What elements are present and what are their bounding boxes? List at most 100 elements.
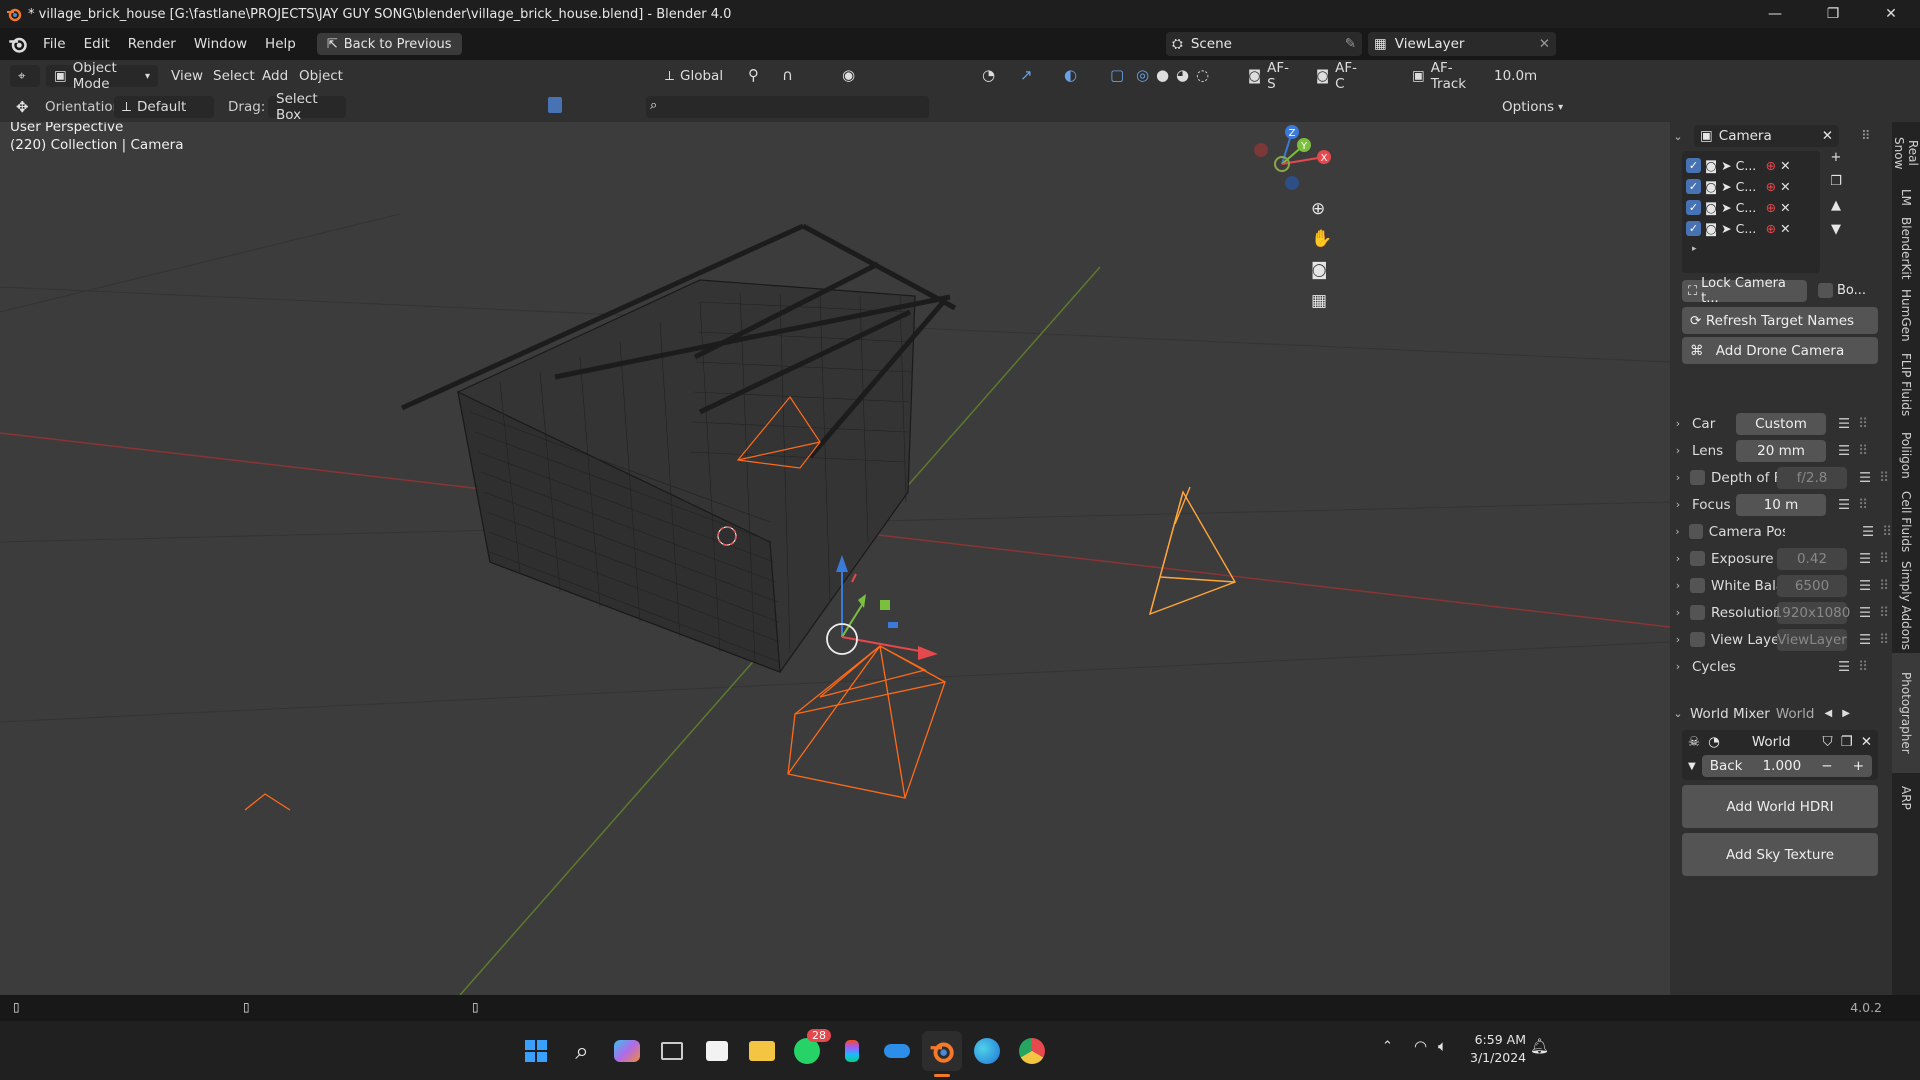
close-icon[interactable]: ✕ (1539, 36, 1550, 52)
task-view-icon[interactable] (652, 1031, 692, 1071)
target-icon[interactable]: ⊕ (1766, 221, 1776, 236)
chevron-up-icon[interactable]: ⌃ (1382, 1039, 1393, 1054)
bo-checkbox[interactable]: Bo... (1818, 283, 1866, 298)
target-icon[interactable]: ⊕ (1766, 200, 1776, 215)
camera-icon[interactable]: ◙ (1705, 200, 1717, 215)
rendered-shading-icon[interactable]: ◌ (1196, 66, 1209, 84)
tab-real-snow[interactable]: Real Snow (1892, 122, 1920, 184)
remove-icon[interactable]: ✕ (1780, 158, 1790, 173)
tab-arp[interactable]: ARP (1892, 773, 1920, 823)
back-strength-field[interactable]: Back 1.000 − + (1701, 755, 1872, 777)
camera-list-item[interactable]: ✓ ◙ ➤ C... ⊕ ✕ (1682, 218, 1820, 238)
add-icon[interactable]: + (1826, 150, 1846, 174)
wifi-icon[interactable]: ◠ (1414, 1037, 1427, 1055)
move-down-icon[interactable]: ▼ (1826, 222, 1846, 246)
tab-cell-fluids[interactable]: Cell Fluids (1892, 486, 1920, 558)
drag-handle-icon[interactable]: ⠿ (1879, 605, 1889, 621)
target-icon[interactable]: ⊕ (1766, 158, 1776, 173)
enabled-checkbox[interactable]: ✓ (1686, 157, 1701, 173)
orientation-selector[interactable]: ⟂ Default (114, 96, 214, 118)
xray-icon[interactable]: ▢ (1110, 66, 1124, 84)
row-value-field[interactable]: 6500 (1777, 574, 1847, 597)
sidebar-row-5[interactable]: › Exposure 0.42 ☰ ⠿ (1670, 545, 1892, 572)
sidebar-row-7[interactable]: › Resolution 1920x1080 ☰ ⠿ (1670, 599, 1892, 626)
menu-render[interactable]: Render (119, 36, 185, 52)
add-drone-camera-button[interactable]: ⌘ Add Drone Camera (1682, 337, 1878, 364)
remove-icon[interactable]: ✕ (1780, 221, 1790, 236)
menu-view[interactable]: View (171, 68, 203, 84)
minimize-button[interactable]: — (1746, 0, 1804, 28)
list-icon[interactable]: ☰ (1859, 551, 1871, 567)
maximize-button[interactable]: ❐ (1804, 0, 1862, 28)
drag-handle-icon[interactable]: ⠿ (1879, 470, 1889, 486)
focus-distance-value[interactable]: 10.0m (1494, 68, 1537, 84)
sidebar-row-2[interactable]: ›Depth of Fieldf/2.8☰⠿ (1670, 464, 1892, 491)
sidebar-row-3[interactable]: › Focus 10 m ☰ ⠿ (1670, 491, 1892, 518)
viewport-canvas[interactable] (0, 122, 1670, 995)
row-value-field[interactable]: Custom (1736, 412, 1826, 435)
camera-name[interactable]: C... (1736, 179, 1762, 194)
search-icon[interactable]: ⌕ (562, 1031, 602, 1071)
menu-add[interactable]: Add (262, 68, 288, 84)
material-shading-icon[interactable]: ◕ (1176, 66, 1189, 84)
camera-list-item[interactable]: ✓ ◙ ➤ C... ⊕ ✕ (1682, 176, 1820, 196)
drag-handle-icon[interactable]: ⠿ (1858, 659, 1868, 675)
drag-selector[interactable]: Select Box (268, 91, 346, 123)
select-arrow-icon[interactable]: ➤ (1721, 221, 1731, 236)
scene-selector[interactable]: ⛭ Scene ✎ (1166, 32, 1362, 56)
solid-shading-icon[interactable]: ● (1156, 66, 1169, 84)
whatsapp-icon[interactable]: 28 (787, 1029, 831, 1071)
select-arrow-icon[interactable]: ➤ (1721, 179, 1731, 194)
camera-name[interactable]: C... (1736, 200, 1762, 215)
row-value-field[interactable]: f/2.8 (1777, 466, 1847, 489)
row-value-field[interactable]: ViewLayer (1777, 628, 1847, 651)
wireframe-shading-icon[interactable]: ◎ (1136, 66, 1149, 84)
drag-handle-icon[interactable]: ⠿ (1858, 443, 1868, 459)
row-checkbox[interactable] (1690, 551, 1705, 566)
tab-poliigon[interactable]: Poliigon (1892, 424, 1920, 486)
camera-name[interactable]: C... (1736, 158, 1762, 173)
transform-orientation-selector[interactable]: ⟂ Global (657, 65, 737, 87)
onedrive-icon[interactable] (877, 1031, 917, 1071)
prev-arrow-icon[interactable]: ◀ (1825, 708, 1833, 719)
lock-camera-button[interactable]: ⛶ Lock Camera t... (1682, 276, 1807, 306)
row-checkbox[interactable] (1688, 524, 1703, 539)
drag-handle-icon[interactable]: ⠿ (1879, 632, 1889, 648)
sidebar-row-1[interactable]: › Lens 20 mm ☰ ⠿ (1670, 437, 1892, 464)
row-value-field[interactable]: 10 m (1736, 493, 1826, 516)
tab-humgen[interactable]: HumGen (1892, 284, 1920, 346)
camera-selector[interactable]: ▣ Camera ✕ (1694, 125, 1839, 147)
row-checkbox[interactable] (1690, 578, 1705, 593)
menu-select[interactable]: Select (213, 68, 255, 84)
target-icon[interactable]: ⊕ (1766, 179, 1776, 194)
editor-type-button[interactable]: ⌖ (10, 65, 40, 87)
move-up-icon[interactable]: ▲ (1826, 198, 1846, 222)
list-icon[interactable]: ☰ (1859, 578, 1871, 594)
navigation-gizmo[interactable]: Z Y X (1240, 122, 1350, 222)
duplicate-icon[interactable]: ❐ (1826, 174, 1846, 198)
overlays-icon[interactable]: ◐ (1064, 66, 1077, 84)
back-to-previous-button[interactable]: ⇱ Back to Previous (316, 33, 462, 55)
row-checkbox[interactable] (1690, 605, 1705, 620)
pan-hand-icon[interactable]: ✋ (1311, 229, 1332, 249)
drag-handle-icon[interactable]: ⠿ (1882, 524, 1892, 540)
move-tool-icon[interactable]: ✥ (16, 98, 29, 116)
next-arrow-icon[interactable]: ▶ (1842, 708, 1850, 719)
sidebar-row-8[interactable]: › View Layers ViewLayer ☰ ⠿ (1670, 626, 1892, 653)
microsoft-store-icon[interactable] (697, 1031, 737, 1071)
world-name-field[interactable]: World (1728, 734, 1815, 750)
drag-handle-icon[interactable]: ⠿ (1858, 497, 1868, 513)
list-icon[interactable]: ☰ (1838, 416, 1850, 432)
pin-icon[interactable]: ✎ (1345, 36, 1356, 52)
camera-icon[interactable]: ◙ (1705, 221, 1717, 236)
world-type-icon[interactable]: ◔ (1708, 734, 1720, 750)
camera-name[interactable]: C... (1736, 221, 1762, 236)
search-input[interactable]: ⌕ (646, 96, 929, 118)
file-explorer-icon[interactable] (742, 1031, 782, 1071)
camera-view-icon[interactable]: ◙ (1311, 260, 1328, 280)
sidebar-row-9[interactable]: › Cycles ☰ ⠿ (1670, 653, 1892, 680)
blender-menu-icon[interactable] (8, 34, 28, 54)
enabled-checkbox[interactable]: ✓ (1686, 199, 1701, 215)
menu-edit[interactable]: Edit (75, 36, 119, 52)
tab-flip-fluids[interactable]: FLIP Fluids (1892, 346, 1920, 424)
